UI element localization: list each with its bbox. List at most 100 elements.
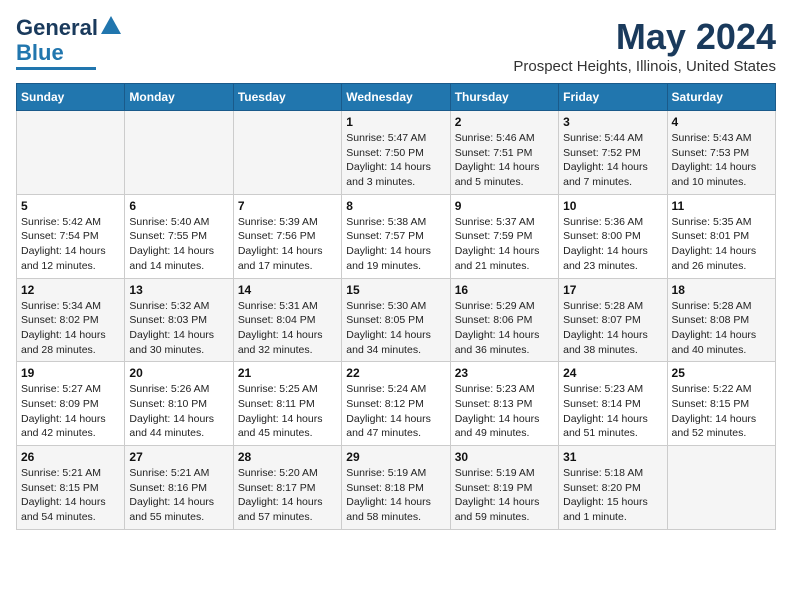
day-info: Sunrise: 5:37 AMSunset: 7:59 PMDaylight:… xyxy=(455,215,554,274)
day-number: 21 xyxy=(238,366,337,380)
calendar-cell: 31 Sunrise: 5:18 AMSunset: 8:20 PMDayligh… xyxy=(559,446,667,530)
day-number: 17 xyxy=(563,283,662,297)
day-number: 28 xyxy=(238,450,337,464)
day-number: 5 xyxy=(21,199,120,213)
day-number: 2 xyxy=(455,115,554,129)
day-number: 1 xyxy=(346,115,445,129)
calendar-cell: 15 Sunrise: 5:30 AMSunset: 8:05 PMDayligh… xyxy=(342,278,450,362)
logo: General Blue xyxy=(16,16,121,70)
calendar-table: SundayMondayTuesdayWednesdayThursdayFrid… xyxy=(16,83,776,530)
day-info: Sunrise: 5:38 AMSunset: 7:57 PMDaylight:… xyxy=(346,215,445,274)
calendar-cell xyxy=(667,446,775,530)
day-number: 3 xyxy=(563,115,662,129)
day-number: 19 xyxy=(21,366,120,380)
day-number: 24 xyxy=(563,366,662,380)
calendar-cell: 17 Sunrise: 5:28 AMSunset: 8:07 PMDayligh… xyxy=(559,278,667,362)
page-header: General Blue May 2024 Prospect Heights, … xyxy=(16,16,776,75)
day-info: Sunrise: 5:47 AMSunset: 7:50 PMDaylight:… xyxy=(346,131,445,190)
day-number: 18 xyxy=(672,283,771,297)
day-number: 23 xyxy=(455,366,554,380)
day-number: 7 xyxy=(238,199,337,213)
day-number: 20 xyxy=(129,366,228,380)
day-info: Sunrise: 5:20 AMSunset: 8:17 PMDaylight:… xyxy=(238,466,337,525)
calendar-cell: 21 Sunrise: 5:25 AMSunset: 8:11 PMDayligh… xyxy=(233,362,341,446)
day-info: Sunrise: 5:34 AMSunset: 8:02 PMDaylight:… xyxy=(21,299,120,358)
day-number: 12 xyxy=(21,283,120,297)
col-header-saturday: Saturday xyxy=(667,84,775,111)
calendar-header-row: SundayMondayTuesdayWednesdayThursdayFrid… xyxy=(17,84,776,111)
day-info: Sunrise: 5:23 AMSunset: 8:14 PMDaylight:… xyxy=(563,382,662,441)
day-number: 9 xyxy=(455,199,554,213)
day-info: Sunrise: 5:30 AMSunset: 8:05 PMDaylight:… xyxy=(346,299,445,358)
day-number: 14 xyxy=(238,283,337,297)
calendar-cell: 6Sunrise: 5:40 AMSunset: 7:55 PMDaylight… xyxy=(125,194,233,278)
logo-underline xyxy=(16,67,96,70)
day-info: Sunrise: 5:28 AMSunset: 8:07 PMDaylight:… xyxy=(563,299,662,358)
day-info: Sunrise: 5:29 AMSunset: 8:06 PMDaylight:… xyxy=(455,299,554,358)
month-title: May 2024 xyxy=(513,16,776,58)
day-info: Sunrise: 5:42 AMSunset: 7:54 PMDaylight:… xyxy=(21,215,120,274)
col-header-tuesday: Tuesday xyxy=(233,84,341,111)
day-number: 6 xyxy=(129,199,228,213)
day-info: Sunrise: 5:21 AMSunset: 8:16 PMDaylight:… xyxy=(129,466,228,525)
calendar-cell: 3Sunrise: 5:44 AMSunset: 7:52 PMDaylight… xyxy=(559,111,667,195)
day-number: 31 xyxy=(563,450,662,464)
day-number: 10 xyxy=(563,199,662,213)
week-row-4: 19 Sunrise: 5:27 AMSunset: 8:09 PMDayligh… xyxy=(17,362,776,446)
day-info: Sunrise: 5:22 AMSunset: 8:15 PMDaylight:… xyxy=(672,382,771,441)
calendar-cell: 16 Sunrise: 5:29 AMSunset: 8:06 PMDayligh… xyxy=(450,278,558,362)
calendar-cell: 23 Sunrise: 5:23 AMSunset: 8:13 PMDayligh… xyxy=(450,362,558,446)
day-info: Sunrise: 5:23 AMSunset: 8:13 PMDaylight:… xyxy=(455,382,554,441)
day-number: 25 xyxy=(672,366,771,380)
day-info: Sunrise: 5:24 AMSunset: 8:12 PMDaylight:… xyxy=(346,382,445,441)
day-info: Sunrise: 5:46 AMSunset: 7:51 PMDaylight:… xyxy=(455,131,554,190)
week-row-2: 5 Sunrise: 5:42 AMSunset: 7:54 PMDaylight… xyxy=(17,194,776,278)
logo-general: General xyxy=(16,16,98,40)
col-header-wednesday: Wednesday xyxy=(342,84,450,111)
calendar-cell: 22 Sunrise: 5:24 AMSunset: 8:12 PMDayligh… xyxy=(342,362,450,446)
day-number: 27 xyxy=(129,450,228,464)
day-info: Sunrise: 5:19 AMSunset: 8:18 PMDaylight:… xyxy=(346,466,445,525)
calendar-cell: 11Sunrise: 5:35 AMSunset: 8:01 PMDayligh… xyxy=(667,194,775,278)
day-number: 13 xyxy=(129,283,228,297)
col-header-sunday: Sunday xyxy=(17,84,125,111)
week-row-5: 26Sunrise: 5:21 AMSunset: 8:15 PMDayligh… xyxy=(17,446,776,530)
calendar-cell: 18 Sunrise: 5:28 AMSunset: 8:08 PMDayligh… xyxy=(667,278,775,362)
calendar-cell: 14 Sunrise: 5:31 AMSunset: 8:04 PMDayligh… xyxy=(233,278,341,362)
day-info: Sunrise: 5:43 AMSunset: 7:53 PMDaylight:… xyxy=(672,131,771,190)
calendar-cell: 1 Sunrise: 5:47 AMSunset: 7:50 PMDaylight… xyxy=(342,111,450,195)
day-info: Sunrise: 5:36 AMSunset: 8:00 PMDaylight:… xyxy=(563,215,662,274)
day-info: Sunrise: 5:28 AMSunset: 8:08 PMDaylight:… xyxy=(672,299,771,358)
day-number: 22 xyxy=(346,366,445,380)
calendar-cell: 24 Sunrise: 5:23 AMSunset: 8:14 PMDayligh… xyxy=(559,362,667,446)
calendar-cell: 5 Sunrise: 5:42 AMSunset: 7:54 PMDaylight… xyxy=(17,194,125,278)
day-info: Sunrise: 5:18 AMSunset: 8:20 PMDaylight:… xyxy=(563,466,662,525)
calendar-cell: 9 Sunrise: 5:37 AMSunset: 7:59 PMDaylight… xyxy=(450,194,558,278)
day-info: Sunrise: 5:35 AMSunset: 8:01 PMDaylight:… xyxy=(672,215,771,274)
calendar-cell: 26Sunrise: 5:21 AMSunset: 8:15 PMDayligh… xyxy=(17,446,125,530)
col-header-friday: Friday xyxy=(559,84,667,111)
col-header-monday: Monday xyxy=(125,84,233,111)
day-number: 16 xyxy=(455,283,554,297)
col-header-thursday: Thursday xyxy=(450,84,558,111)
calendar-cell: 10 Sunrise: 5:36 AMSunset: 8:00 PMDayligh… xyxy=(559,194,667,278)
location-title: Prospect Heights, Illinois, United State… xyxy=(513,58,776,75)
day-info: Sunrise: 5:26 AMSunset: 8:10 PMDaylight:… xyxy=(129,382,228,441)
day-number: 30 xyxy=(455,450,554,464)
day-info: Sunrise: 5:21 AMSunset: 8:15 PMDaylight:… xyxy=(21,466,120,525)
day-info: Sunrise: 5:27 AMSunset: 8:09 PMDaylight:… xyxy=(21,382,120,441)
day-number: 15 xyxy=(346,283,445,297)
calendar-cell: 4 Sunrise: 5:43 AMSunset: 7:53 PMDaylight… xyxy=(667,111,775,195)
calendar-cell xyxy=(233,111,341,195)
calendar-cell: 13 Sunrise: 5:32 AMSunset: 8:03 PMDayligh… xyxy=(125,278,233,362)
day-info: Sunrise: 5:25 AMSunset: 8:11 PMDaylight:… xyxy=(238,382,337,441)
calendar-cell: 12 Sunrise: 5:34 AMSunset: 8:02 PMDayligh… xyxy=(17,278,125,362)
day-number: 4 xyxy=(672,115,771,129)
calendar-cell: 28 Sunrise: 5:20 AMSunset: 8:17 PMDayligh… xyxy=(233,446,341,530)
day-info: Sunrise: 5:31 AMSunset: 8:04 PMDaylight:… xyxy=(238,299,337,358)
day-info: Sunrise: 5:32 AMSunset: 8:03 PMDaylight:… xyxy=(129,299,228,358)
calendar-cell: 27 Sunrise: 5:21 AMSunset: 8:16 PMDayligh… xyxy=(125,446,233,530)
calendar-cell: 29 Sunrise: 5:19 AMSunset: 8:18 PMDayligh… xyxy=(342,446,450,530)
day-number: 29 xyxy=(346,450,445,464)
day-info: Sunrise: 5:39 AMSunset: 7:56 PMDaylight:… xyxy=(238,215,337,274)
